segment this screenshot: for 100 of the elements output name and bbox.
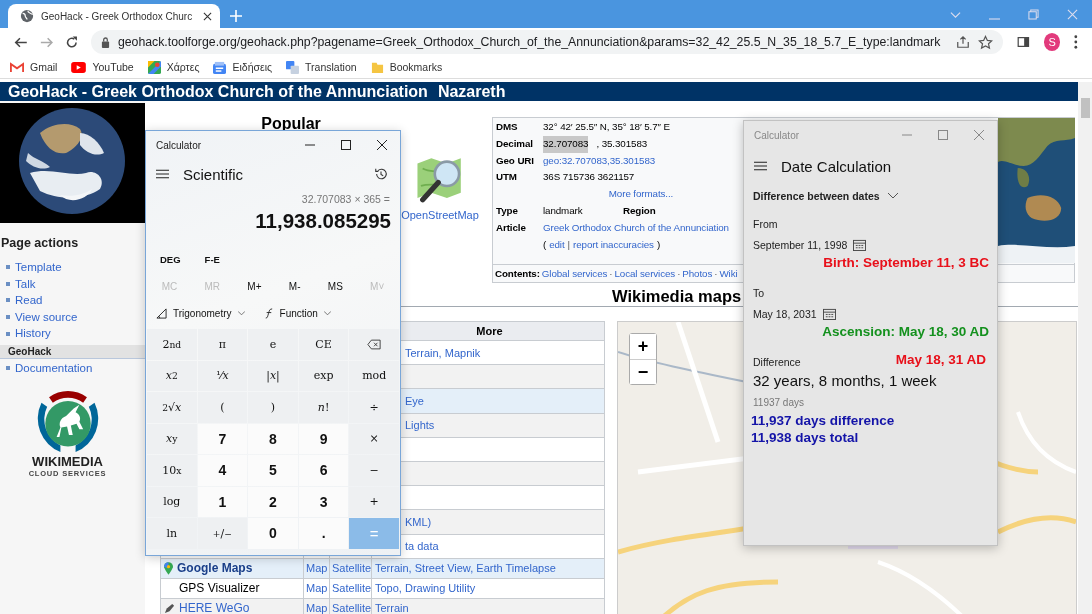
more-formats-link[interactable]: More formats... <box>608 186 674 203</box>
bookmark[interactable]: Χάρτες <box>147 60 200 74</box>
tab-title: GeoHack - Greek Orthodox Churc <box>41 10 194 22</box>
map-link[interactable]: Map <box>306 602 328 614</box>
history-icon[interactable] <box>374 167 388 181</box>
calculator-key[interactable]: 7 <box>197 423 248 454</box>
calculator-key[interactable]: 3 <box>298 486 349 517</box>
sidebar-link[interactable]: View source <box>15 309 78 325</box>
more-links[interactable]: Lights <box>405 419 435 432</box>
calculator-key[interactable]: π <box>197 329 248 360</box>
more-links[interactable]: Terrain, Mapnik <box>405 346 481 359</box>
memory-button[interactable]: M+ <box>243 278 266 295</box>
contents-link[interactable]: Photos <box>682 268 713 279</box>
angle-button[interactable]: DEG <box>152 251 189 268</box>
calculator-key[interactable]: 2 <box>248 486 298 517</box>
contents-link[interactable]: Wiki <box>719 268 738 279</box>
section-heading: Popular <box>260 115 322 133</box>
bookmark[interactable]: Bookmarks <box>370 60 443 74</box>
bookmark[interactable]: Translation <box>286 60 357 74</box>
annotation: May 18, 31 AD <box>895 351 986 368</box>
bookmark[interactable]: Gmail <box>10 61 58 73</box>
calculator-key[interactable]: 1 <box>197 486 248 517</box>
article-link[interactable]: Greek Orthodox Church of the Annunciation <box>543 219 729 237</box>
field-value: landmark <box>543 204 584 218</box>
dropdown-button[interactable]: Function <box>260 305 333 322</box>
service-link[interactable]: HERE WeGo <box>179 601 250 614</box>
menu-icon[interactable] <box>754 161 767 171</box>
calculator-key[interactable]: 4 <box>197 455 248 486</box>
sidebar-link[interactable]: Talk <box>15 276 36 292</box>
close-icon[interactable] <box>203 11 212 21</box>
notation-button[interactable]: F-E <box>196 251 228 268</box>
more-links[interactable]: ta data <box>405 540 439 553</box>
zoom-out-button[interactable]: − <box>630 359 656 384</box>
calendar-icon[interactable] <box>853 239 867 251</box>
calculator-key[interactable]: . <box>298 518 349 549</box>
calculator-key[interactable]: ¹⁄x <box>197 360 248 391</box>
satellite-link[interactable]: Satellite <box>332 562 372 575</box>
calculator-key[interactable]: 5 <box>248 455 298 486</box>
bookmark[interactable]: YouTube <box>71 61 134 73</box>
contents-link[interactable]: Local services <box>614 268 676 279</box>
action-link[interactable]: edit <box>549 236 565 254</box>
profile-avatar[interactable]: S <box>1044 33 1061 51</box>
calculator-key[interactable]: log <box>147 486 197 517</box>
scrollbar[interactable] <box>1078 82 1092 614</box>
close-icon[interactable] <box>377 140 387 150</box>
date-value[interactable]: May 18, 2031 <box>753 308 817 320</box>
mode-dropdown[interactable]: Difference between dates <box>744 181 907 202</box>
sidebar-link[interactable]: Read <box>15 293 43 308</box>
geo-link[interactable]: geo:32.707083,35.301583 <box>543 152 656 170</box>
map-link[interactable]: Map <box>306 562 328 575</box>
calculator-key[interactable]: 9 <box>298 423 349 454</box>
calculator-key[interactable]: × <box>349 423 399 454</box>
field-value: 32° 42′ 25.5″ N, 35° 18′ 5.7″ E <box>543 120 670 134</box>
star-icon[interactable] <box>978 34 994 50</box>
maximize-icon[interactable] <box>341 140 351 150</box>
service-link[interactable]: Google Maps <box>177 561 253 576</box>
reload-icon[interactable] <box>65 34 79 50</box>
satellite-link[interactable]: Satellite <box>332 602 372 614</box>
bookmark[interactable]: Ειδήσεις <box>213 60 273 74</box>
sidebar-link[interactable]: Documentation <box>15 360 93 376</box>
more-links[interactable]: Eye <box>405 394 424 407</box>
calculator-key[interactable]: e <box>248 329 298 360</box>
more-links[interactable]: Topo, Drawing Utility <box>375 582 476 595</box>
calculator-key[interactable]: |x| <box>248 360 298 391</box>
calculator-key[interactable]: ) <box>248 392 298 423</box>
browser-tab[interactable]: GeoHack - Greek Orthodox Churc <box>8 4 220 28</box>
map-link[interactable]: Map <box>306 582 328 595</box>
more-links[interactable]: Terrain <box>375 602 409 614</box>
calculator-key[interactable]: ( <box>197 392 248 423</box>
calculator-key[interactable]: mod <box>349 360 399 391</box>
calculator-key[interactable]: ÷ <box>349 392 399 423</box>
contents-label: Contents: <box>495 268 540 279</box>
sidebar-link[interactable]: Template <box>15 260 62 275</box>
calculator-key[interactable]: n! <box>298 392 349 423</box>
calculator-key[interactable]: 6 <box>298 455 349 486</box>
backspace-button[interactable] <box>349 329 399 360</box>
more-links[interactable]: Terrain, Street View, Earth Timelapse <box>375 562 556 575</box>
sidebar-icon[interactable] <box>1017 35 1031 49</box>
dropdown-button[interactable]: Trigonometry <box>154 305 247 322</box>
menu-icon[interactable] <box>156 169 169 179</box>
share-icon[interactable] <box>956 35 971 49</box>
date-value[interactable]: September 11, 1998 <box>753 239 848 251</box>
action-link[interactable]: report inaccuracies <box>573 236 654 254</box>
calculator-key[interactable]: ln <box>147 518 197 549</box>
map-service-link[interactable]: OpenStreetMap <box>401 209 479 221</box>
memory-button[interactable]: M- <box>284 278 305 295</box>
calculator-key[interactable]: 8 <box>248 423 298 454</box>
address-field[interactable]: geohack.toolforge.org/geohack.php?pagename=Greek_Orthodox_Church_of_the_Annunciation&params=32_42_25.5_N_35_18_5.7_E_type:landmark <box>90 30 1004 54</box>
calculator-key[interactable]: exp <box>298 360 349 391</box>
calculator-key[interactable]: − <box>349 455 399 486</box>
calculator-key[interactable]: 0 <box>248 518 298 549</box>
menu-icon[interactable] <box>1074 35 1078 49</box>
sidebar-link[interactable]: History <box>15 326 51 341</box>
memory-button[interactable]: MS <box>323 278 347 295</box>
contents-link[interactable]: Global services <box>541 268 608 279</box>
satellite-link[interactable]: Satellite <box>332 582 372 595</box>
more-links[interactable]: KML) <box>405 515 432 528</box>
new-tab-icon[interactable] <box>230 10 242 22</box>
calendar-icon[interactable] <box>822 308 836 320</box>
calculator-key[interactable]: CE <box>298 329 349 360</box>
